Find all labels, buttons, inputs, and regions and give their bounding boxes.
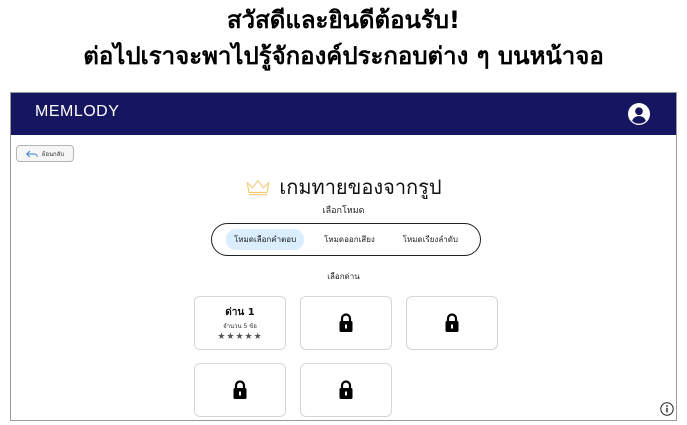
user-circle-icon[interactable] — [628, 103, 650, 125]
info-icon[interactable] — [660, 402, 674, 416]
app-window: MEMLODY ย้อนกลับ เกมทายของจากรูป เลือกโห… — [10, 92, 677, 421]
welcome-caption: สวัสดีและยินดีต้อนรับ! — [227, 6, 460, 34]
mode-ordering-button[interactable]: โหมดเรียงลำดับ — [395, 229, 466, 250]
mode-section-label: เลือกโหมด — [322, 206, 365, 216]
back-arrow-icon — [26, 150, 38, 157]
level-card-5-locked[interactable] — [300, 363, 392, 417]
level-card-2-locked[interactable] — [300, 296, 392, 350]
level-question-count: จำนวน 5 ข้อ — [223, 322, 257, 330]
mode-speaking-button[interactable]: โหมดออกเสียง — [316, 229, 383, 250]
top-navbar: MEMLODY — [11, 93, 676, 135]
level-name: ด่าน 1 — [225, 306, 255, 318]
brand-logo[interactable]: MEMLODY — [35, 103, 119, 121]
lock-icon — [338, 380, 354, 400]
level-stars: ★★★★★ — [217, 331, 263, 342]
crown-icon — [245, 178, 271, 196]
mode-choice-button[interactable]: โหมดเลือกคำตอบ — [225, 229, 305, 250]
lock-icon — [444, 313, 460, 333]
back-button[interactable]: ย้อนกลับ — [16, 145, 74, 162]
mode-selector: โหมดเลือกคำตอบ โหมดออกเสียง โหมดเรียงลำด… — [211, 223, 481, 256]
lock-icon — [232, 380, 248, 400]
level-card-3-locked[interactable] — [406, 296, 498, 350]
level-section-label: เลือกด่าน — [327, 272, 360, 281]
game-title-row: เกมทายของจากรูป — [11, 171, 676, 203]
page-title: เกมทายของจากรูป — [279, 175, 442, 199]
level-card-1[interactable]: ด่าน 1 จำนวน 5 ข้อ ★★★★★ — [194, 296, 286, 350]
lock-icon — [338, 313, 354, 333]
intro-caption: ต่อไปเราจะพาไปรู้จักองค์ประกอบต่าง ๆ บนห… — [83, 42, 604, 70]
back-button-label: ย้อนกลับ — [41, 150, 65, 158]
level-card-4-locked[interactable] — [194, 363, 286, 417]
